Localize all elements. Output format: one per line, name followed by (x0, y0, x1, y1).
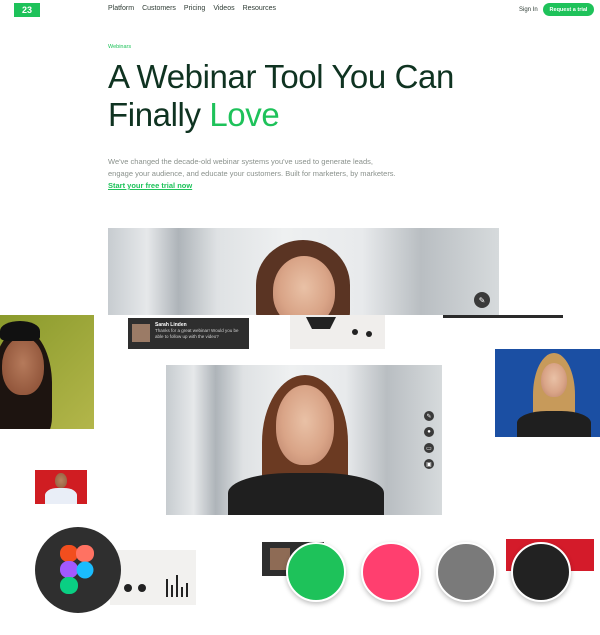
headline-highlight: Love (209, 96, 280, 133)
chat-text: Thanks for a great webinar! Would you be… (155, 328, 239, 339)
nav-item-platform[interactable]: Platform (108, 5, 134, 12)
figma-icon (35, 527, 121, 613)
nav-item-resources[interactable]: Resources (243, 5, 276, 12)
pencil-icon[interactable]: ✎ (474, 292, 490, 308)
attendee-photo-right (495, 349, 600, 437)
screen-icon[interactable]: ▣ (424, 459, 434, 469)
nav-item-pricing[interactable]: Pricing (184, 5, 205, 12)
chat-icon[interactable]: ▭ (424, 443, 434, 453)
free-trial-link[interactable]: Start your free trial now (108, 181, 192, 190)
page-title: A Webinar Tool You Can Finally Love (108, 58, 528, 134)
color-swatch-black[interactable] (511, 542, 571, 602)
eyebrow-label: Webinars (108, 44, 132, 50)
bar-graph-icon (166, 575, 188, 597)
avatar (132, 324, 150, 342)
headline-text: A Webinar Tool You Can Finally (108, 58, 454, 133)
hero-description: We've changed the decade-old webinar sys… (108, 156, 398, 192)
color-swatch-pink[interactable] (361, 542, 421, 602)
main-video-frame[interactable]: ✎ (108, 228, 499, 315)
request-trial-button[interactable]: Request a trial (543, 3, 594, 16)
poll-card (290, 315, 385, 349)
stats-card (110, 550, 196, 605)
presenter-video[interactable]: ✎ ● ▭ ▣ (166, 365, 442, 515)
color-swatch-gray[interactable] (436, 542, 496, 602)
logo[interactable]: 23 (14, 3, 40, 17)
color-swatch-green[interactable] (286, 542, 346, 602)
chat-message: Sarah Linden Thanks for a great webinar!… (128, 318, 249, 349)
mic-icon[interactable]: ● (424, 427, 434, 437)
video-progress-bar[interactable] (443, 315, 563, 318)
figma-logo (60, 545, 94, 594)
nav-item-customers[interactable]: Customers (142, 5, 176, 12)
sign-in-link[interactable]: Sign In (519, 7, 538, 13)
main-nav: Platform Customers Pricing Videos Resour… (108, 5, 276, 12)
hero-subtext: We've changed the decade-old webinar sys… (108, 157, 396, 178)
attendee-photo-small (35, 470, 87, 504)
pencil-icon[interactable]: ✎ (424, 411, 434, 421)
attendee-photo-left (0, 315, 94, 429)
nav-item-videos[interactable]: Videos (213, 5, 234, 12)
